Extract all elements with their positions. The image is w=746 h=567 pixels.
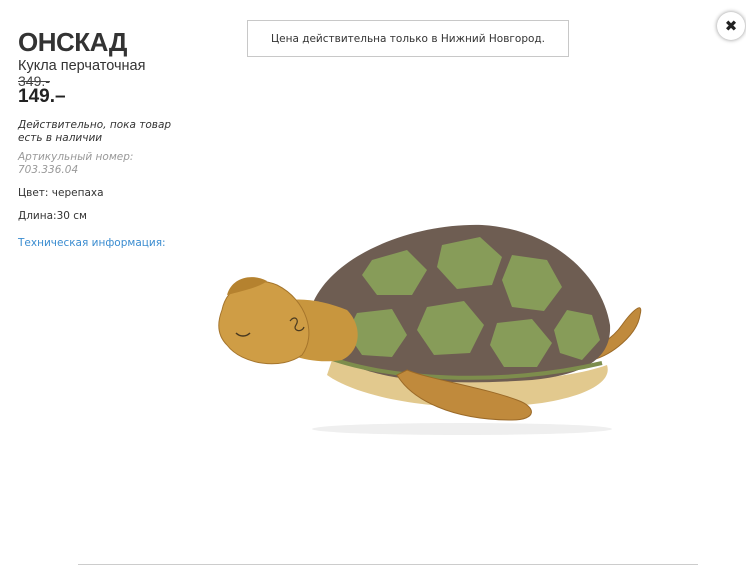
price-region-notice-text: Цена действительна только в Нижний Новго… bbox=[270, 32, 546, 45]
product-color: Цвет: черепаха bbox=[18, 187, 104, 199]
price-validity-note: Действительно, пока товар есть в наличии bbox=[18, 119, 172, 144]
divider bbox=[78, 564, 698, 565]
turtle-plush-image bbox=[218, 224, 642, 435]
tech-info-link[interactable]: Техническая информация: bbox=[18, 237, 166, 249]
product-type: Кукла перчаточная bbox=[18, 58, 146, 74]
product-name: ОНСКАД bbox=[18, 27, 127, 57]
close-icon: ✖ bbox=[724, 17, 738, 35]
price-region-notice: Цена действительна только в Нижний Новго… bbox=[247, 20, 569, 57]
product-popup: ОНСКАД Кукла перчаточная 349.- 149.– Дей… bbox=[0, 0, 746, 567]
article-number: Артикульный номер: 703.336.04 bbox=[18, 151, 134, 176]
close-button[interactable]: ✖ bbox=[717, 12, 745, 40]
product-length: Длина:30 см bbox=[18, 210, 87, 222]
current-price: 149.– bbox=[18, 86, 66, 107]
